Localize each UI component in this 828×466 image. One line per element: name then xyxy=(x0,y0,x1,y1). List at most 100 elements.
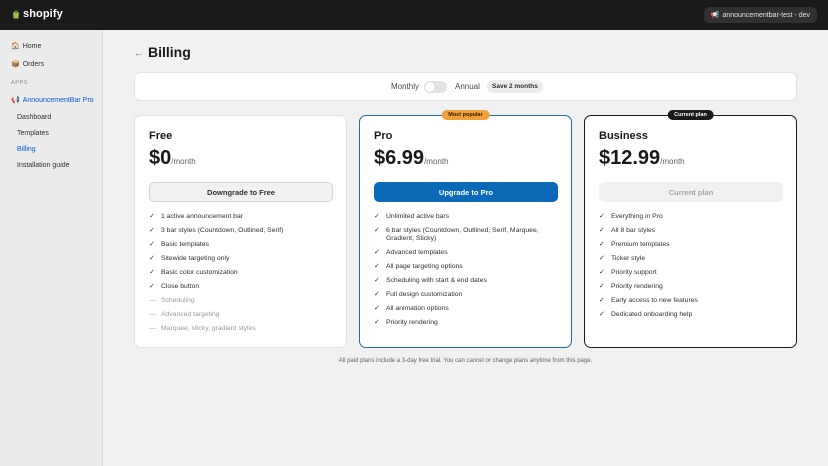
feature-text: All 8 bar styles xyxy=(611,227,656,234)
check-icon: ✓ xyxy=(374,227,380,234)
sidebar: 🏠 Home 📦 Orders APPS 📢 AnnouncementBar P… xyxy=(0,30,103,466)
price-amount: $6.99 xyxy=(374,147,425,169)
megaphone-icon: 📢 xyxy=(710,12,720,19)
price-period: /month xyxy=(171,157,196,166)
sidebar-item-dashboard[interactable]: Dashboard xyxy=(17,114,51,121)
feature-item: ✓ Advanced templates xyxy=(374,249,564,257)
sidebar-item-label: AnnouncementBar Pro xyxy=(22,96,94,104)
feature-list: ✓ Everything in Pro ✓ All 8 bar styles ✓ Pr… xyxy=(599,213,789,325)
feature-text: Full design customization xyxy=(386,291,463,298)
feature-item: ✓ All 8 bar styles xyxy=(599,227,789,235)
feature-text: Unlimited active bars xyxy=(386,213,450,220)
plan-price: $6.99 /month xyxy=(374,147,449,170)
feature-text: Ticker style xyxy=(611,255,646,262)
feature-item: ✓ 1 active announcement bar xyxy=(149,213,339,221)
feature-text: Early access to new features xyxy=(611,297,698,304)
feature-text: Marquee, sticky, gradient styles xyxy=(161,325,256,332)
switch-knob xyxy=(425,82,435,92)
feature-item: ✓ Priority rendering xyxy=(374,319,564,327)
check-icon: ✓ xyxy=(374,291,380,298)
feature-item: ✓ Ticker style xyxy=(599,255,789,263)
feature-item: ✓ All animation options xyxy=(374,305,564,313)
feature-text: Everything in Pro xyxy=(611,213,663,220)
sidebar-item-installation-guide[interactable]: Installation guide xyxy=(17,162,70,169)
orders-icon: 📦 xyxy=(11,61,20,68)
check-icon: ✓ xyxy=(374,305,380,312)
feature-text: Priority rendering xyxy=(611,283,663,290)
sidebar-item-home[interactable]: 🏠 Home xyxy=(11,42,42,51)
downgrade-to-free-button[interactable]: Downgrade to Free xyxy=(149,182,333,202)
check-icon: ✓ xyxy=(599,297,605,304)
billing-period-toggle-card: Monthly Annual Save 2 months xyxy=(134,72,797,101)
monthly-label: Monthly xyxy=(391,82,420,91)
feature-text: Scheduling with start & end dates xyxy=(386,277,487,284)
feature-item-unavailable: — Marquee, sticky, gradient styles xyxy=(149,325,339,333)
feature-text: Close button xyxy=(161,283,200,290)
feature-item-unavailable: — Advanced targeting xyxy=(149,311,339,319)
feature-item: ✓ Unlimited active bars xyxy=(374,213,564,221)
plan-name: Pro xyxy=(374,130,393,142)
back-arrow-icon[interactable]: ← xyxy=(134,48,143,58)
check-icon: ✓ xyxy=(149,255,155,262)
feature-item: ✓ Basic color customization xyxy=(149,269,339,277)
check-icon: ✓ xyxy=(374,249,380,256)
feature-item: ✓ Scheduling with start & end dates xyxy=(374,277,564,285)
feature-item: ✓ 3 bar styles (Countdown, Outlined, Seri… xyxy=(149,227,339,235)
check-icon: ✓ xyxy=(599,227,605,234)
current-plan-button: Current plan xyxy=(599,182,783,202)
upgrade-to-pro-button[interactable]: Upgrade to Pro xyxy=(374,182,558,202)
check-icon: ✓ xyxy=(599,241,605,248)
feature-text: All animation options xyxy=(386,305,449,312)
sidebar-item-templates[interactable]: Templates xyxy=(17,130,49,137)
sidebar-item-billing[interactable]: Billing xyxy=(17,146,36,153)
feature-item: ✓ Dedicated onboarding help xyxy=(599,311,789,319)
apps-section-label: APPS xyxy=(11,80,29,86)
plan-name: Free xyxy=(149,130,173,142)
store-switcher-button[interactable]: 📢 announcementbar-test - dev xyxy=(703,7,817,23)
feature-text: Advanced templates xyxy=(386,249,448,256)
sidebar-item-label: Orders xyxy=(22,60,45,68)
shopify-bag-icon xyxy=(13,10,19,18)
billing-period-switch[interactable] xyxy=(424,81,447,93)
sidebar-item-app[interactable]: 📢 AnnouncementBar Pro xyxy=(11,96,94,105)
dash-icon: — xyxy=(149,325,156,332)
plan-price: $0 /month xyxy=(149,147,196,170)
price-period: /month xyxy=(424,157,449,166)
check-icon: ✓ xyxy=(599,269,605,276)
store-name: announcementbar-test - dev xyxy=(722,11,810,19)
brand-name: shopify xyxy=(23,8,63,20)
check-icon: ✓ xyxy=(149,213,155,220)
feature-text: 3 bar styles (Countdown, Outlined, Serif… xyxy=(161,227,284,234)
megaphone-icon: 📢 xyxy=(11,97,20,104)
plan-card-free: Free $0 /month Downgrade to Free ✓ 1 acti… xyxy=(134,115,347,348)
feature-text: 6 bar styles (Countdown, Outlined, Serif… xyxy=(386,227,539,242)
feature-list: ✓ 1 active announcement bar ✓ 3 bar styles… xyxy=(149,213,339,339)
check-icon: ✓ xyxy=(149,269,155,276)
page-title: Billing xyxy=(148,44,191,60)
check-icon: ✓ xyxy=(599,283,605,290)
feature-item-unavailable: — Scheduling xyxy=(149,297,339,305)
feature-item: ✓ Priority rendering xyxy=(599,283,789,291)
feature-item: ✓ All page targeting options xyxy=(374,263,564,271)
sidebar-item-orders[interactable]: 📦 Orders xyxy=(11,60,45,69)
dash-icon: — xyxy=(149,297,156,304)
check-icon: ✓ xyxy=(599,213,605,220)
feature-text: 1 active announcement bar xyxy=(161,213,243,220)
feature-text: Basic color customization xyxy=(161,269,238,276)
shopify-logo[interactable]: shopify xyxy=(12,8,63,20)
feature-item: ✓ Full design customization xyxy=(374,291,564,299)
feature-text: All page targeting options xyxy=(386,263,463,270)
plan-card-business: Current plan Business $12.99 /month Curr… xyxy=(584,110,797,348)
check-icon: ✓ xyxy=(374,319,380,326)
check-icon: ✓ xyxy=(149,227,155,234)
feature-list: ✓ Unlimited active bars ✓ 6 bar styles (Co… xyxy=(374,213,564,333)
feature-item: ✓ Premium templates xyxy=(599,241,789,249)
feature-text: Priority support xyxy=(611,269,657,276)
feature-text: Sitewide targeting only xyxy=(161,255,230,262)
price-amount: $0 xyxy=(149,147,172,169)
annual-label: Annual xyxy=(455,82,480,91)
trial-footnote: All paid plans include a 3-day free tria… xyxy=(338,358,593,364)
feature-text: Basic templates xyxy=(161,241,209,248)
check-icon: ✓ xyxy=(374,213,380,220)
sidebar-item-label: Home xyxy=(22,42,42,50)
